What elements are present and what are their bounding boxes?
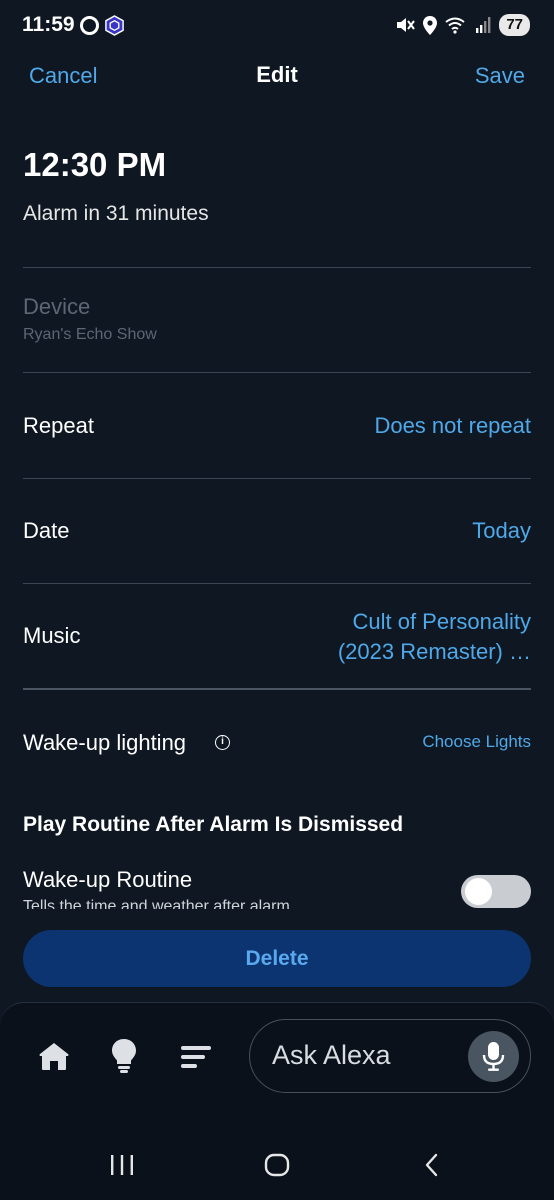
wake-lighting-label: Wake-up lighting	[23, 730, 187, 755]
routine-heading: Play Routine After Alarm Is Dismissed	[23, 813, 404, 836]
wifi-icon	[445, 17, 465, 34]
toggle-knob	[465, 878, 492, 905]
device-value: Ryan's Echo Show	[23, 326, 157, 343]
ask-alexa-placeholder: Ask Alexa	[272, 1040, 391, 1070]
save-button[interactable]: Save	[475, 63, 525, 89]
music-value[interactable]: Cult of Personality (2023 Remaster) …	[338, 607, 531, 667]
routine-description: Tells the time and weather after alarm	[23, 898, 290, 909]
routine-label: Wake-up Routine	[23, 867, 193, 892]
divider	[23, 372, 531, 373]
microphone-icon	[482, 1042, 505, 1071]
back-icon[interactable]	[422, 1153, 442, 1177]
page-title: Edit	[256, 62, 298, 87]
divider	[23, 583, 531, 584]
music-title: Cult of Personality	[352, 609, 531, 634]
divider	[23, 478, 531, 479]
mute-icon	[397, 18, 416, 32]
recent-apps-icon[interactable]	[109, 1154, 135, 1176]
music-subtitle: (2023 Remaster) …	[337, 639, 531, 664]
battery-icon: 77	[499, 14, 530, 36]
mic-button[interactable]	[468, 1031, 519, 1082]
divider	[23, 688, 531, 690]
delete-button[interactable]: Delete	[23, 930, 531, 987]
device-label: Device	[23, 294, 91, 319]
status-bar: 11:59 77	[0, 0, 554, 52]
location-icon	[423, 15, 438, 35]
alarm-countdown: Alarm in 31 minutes	[23, 202, 209, 225]
date-label: Date	[23, 518, 70, 543]
repeat-value[interactable]: Does not repeat	[374, 413, 531, 439]
repeat-label: Repeat	[23, 413, 94, 438]
list-icon[interactable]	[180, 1044, 212, 1070]
status-time: 11:59	[22, 13, 75, 36]
circle-icon	[80, 16, 99, 35]
info-icon[interactable]: i	[215, 735, 230, 750]
lightbulb-icon[interactable]	[110, 1038, 138, 1074]
music-label: Music	[23, 623, 81, 648]
home-button-icon[interactable]	[264, 1153, 290, 1177]
alarm-time[interactable]: 12:30 PM	[23, 146, 166, 184]
date-value[interactable]: Today	[472, 518, 531, 544]
wake-routine-toggle[interactable]	[461, 875, 531, 908]
divider	[23, 267, 531, 268]
signal-icon	[476, 17, 491, 33]
hexagon-app-icon	[105, 15, 124, 36]
choose-lights-button[interactable]: Choose Lights	[422, 732, 531, 752]
home-icon[interactable]	[38, 1040, 70, 1072]
